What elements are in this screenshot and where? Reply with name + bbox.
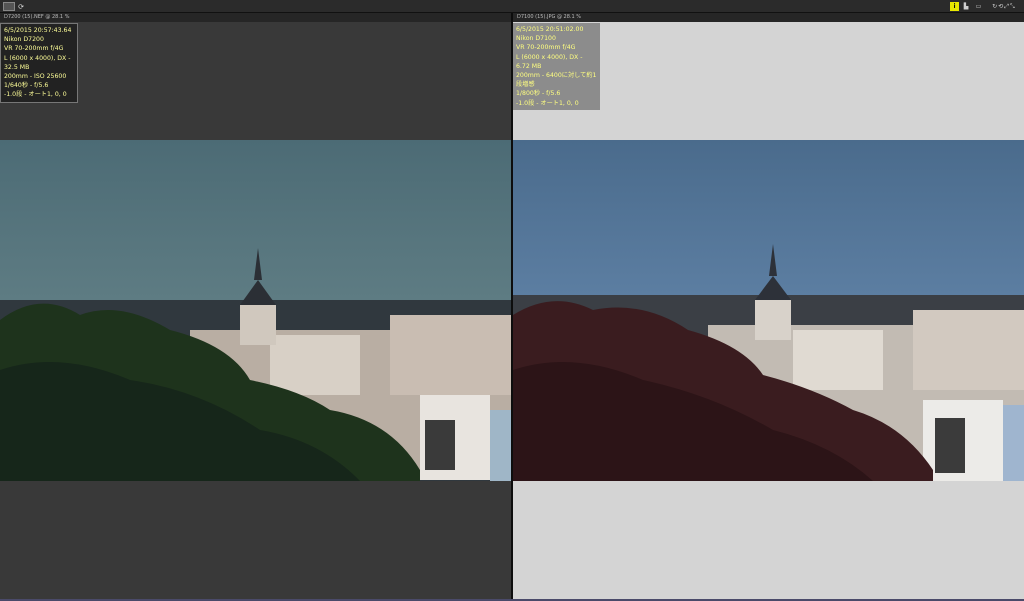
left-file-title: D7200 (15).NEF @ 28.1 % (0, 13, 511, 22)
info-toggle-button[interactable]: i (950, 2, 959, 11)
info-line: 6/5/2015 20:51:02.00 (516, 26, 584, 33)
left-photo[interactable] (0, 140, 511, 481)
info-line: VR 70-200mm f/4G (516, 44, 576, 52)
info-line: 1/800秒 - f/5.6 (516, 90, 561, 98)
info-line: L (6000 x 4000), DX - 6.72 MB (516, 53, 583, 70)
rotate-controls-icon[interactable]: ↻⟲⤢⤡ (986, 2, 1022, 11)
info-line: VR 70-200mm f/4G (4, 45, 64, 53)
right-file-title: D7100 (15).JPG @ 28.1 % (513, 13, 1024, 22)
left-info-overlay: 6/5/2015 20:57:43.64 Nikon D7200 VR 70-2… (0, 23, 78, 103)
left-photo-graphic (0, 140, 511, 481)
camera-icon[interactable]: ▭ (973, 2, 984, 11)
info-line: Nikon D7100 (516, 35, 556, 43)
info-line: -1.0段 - オート1, 0, 0 (4, 91, 67, 99)
info-line: 6/5/2015 20:57:43.64 (4, 27, 72, 34)
histogram-icon[interactable]: ▙ (961, 2, 971, 11)
grid-icon[interactable] (3, 2, 15, 11)
right-image-pane[interactable]: D7100 (15).JPG @ 28.1 % 6/5/2015 20:51:0… (513, 13, 1024, 599)
right-photo-graphic (513, 140, 1024, 481)
info-line: Nikon D7200 (4, 36, 44, 44)
info-line: 1/640秒 - f/5.6 (4, 82, 49, 90)
toolbar: ⟳ i ▙ ▭ ↻⟲⤢⤡ (0, 0, 1024, 13)
info-line: -1.0段 - オート1, 0, 0 (516, 99, 579, 107)
info-line: L (6000 x 4000), DX - 32.5 MB (4, 54, 71, 71)
right-info-overlay: 6/5/2015 20:51:02.00 Nikon D7100 VR 70-2… (513, 23, 600, 110)
left-image-pane[interactable]: D7200 (15).NEF @ 28.1 % 6/5/2015 20:57:4… (0, 13, 511, 599)
info-line: 200mm - ISO 25600 (4, 73, 67, 81)
right-photo[interactable] (513, 140, 1024, 481)
info-line: 200mm - 6400に対して約1段増感 (516, 72, 597, 89)
refresh-icon[interactable]: ⟳ (17, 2, 25, 11)
